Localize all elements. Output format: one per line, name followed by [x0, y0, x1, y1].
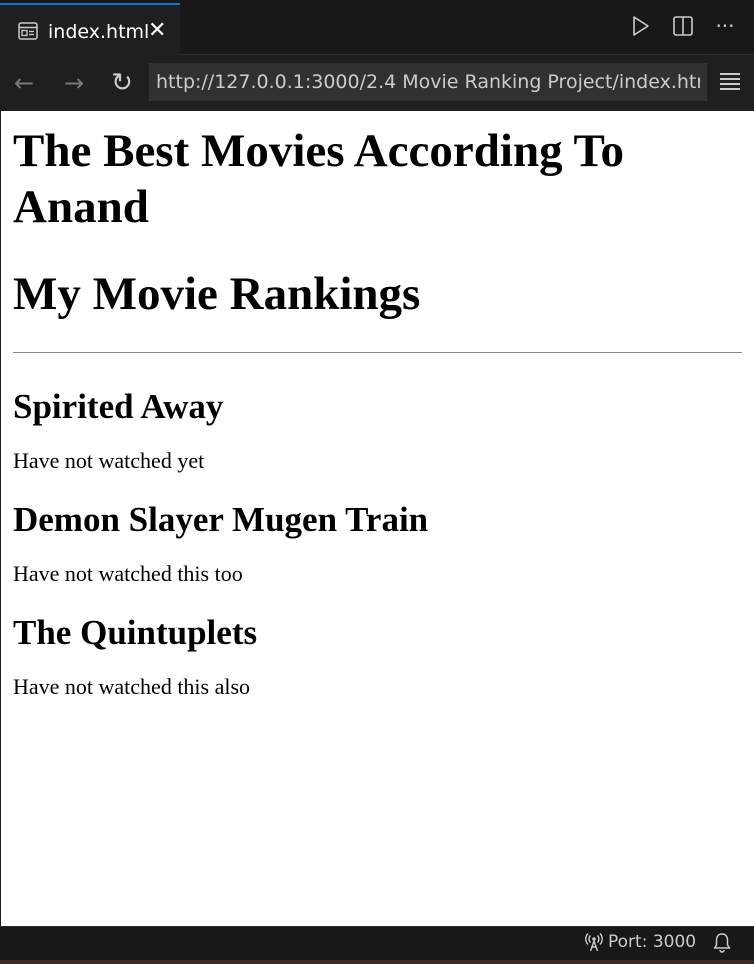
tab-label: index.html: [48, 21, 150, 43]
page-content: The Best Movies According To Anand My Mo…: [1, 123, 754, 700]
divider: [13, 352, 742, 353]
preview-icon: [18, 22, 38, 40]
port-status[interactable]: Port: 3000: [584, 932, 696, 952]
broadcast-icon: [585, 933, 603, 952]
window-bottom-edge: [0, 960, 754, 964]
forward-arrow-icon[interactable]: →: [60, 69, 88, 97]
bell-icon[interactable]: [712, 932, 732, 954]
play-icon[interactable]: [630, 14, 652, 38]
movie-note: Have not watched yet: [13, 448, 205, 473]
tab-index-html[interactable]: index.html ✕: [0, 3, 180, 55]
port-label: Port: 3000: [608, 932, 697, 952]
page-viewport: The Best Movies According To Anand My Mo…: [1, 111, 754, 926]
close-icon[interactable]: ✕: [148, 19, 166, 43]
page-subtitle: My Movie Rankings: [13, 268, 421, 320]
tab-bar: index.html ✕ ···: [0, 0, 754, 55]
back-arrow-icon[interactable]: ←: [10, 69, 38, 97]
status-bar: Port: 3000: [0, 926, 754, 960]
movie-title: Spirited Away: [13, 387, 224, 426]
hamburger-menu-icon[interactable]: [720, 70, 742, 94]
movie-title: The Quintuplets: [13, 613, 258, 652]
movie-note: Have not watched this also: [13, 674, 251, 699]
more-icon[interactable]: ···: [714, 14, 736, 38]
movie-note: Have not watched this too: [13, 561, 243, 586]
url-input[interactable]: [149, 63, 707, 101]
page-title: The Best Movies According To Anand: [13, 125, 625, 233]
editor-actions: ···: [630, 14, 736, 38]
split-editor-icon[interactable]: [672, 14, 694, 38]
movie-title: Demon Slayer Mugen Train: [13, 500, 429, 539]
reload-icon[interactable]: ↻: [108, 68, 136, 98]
